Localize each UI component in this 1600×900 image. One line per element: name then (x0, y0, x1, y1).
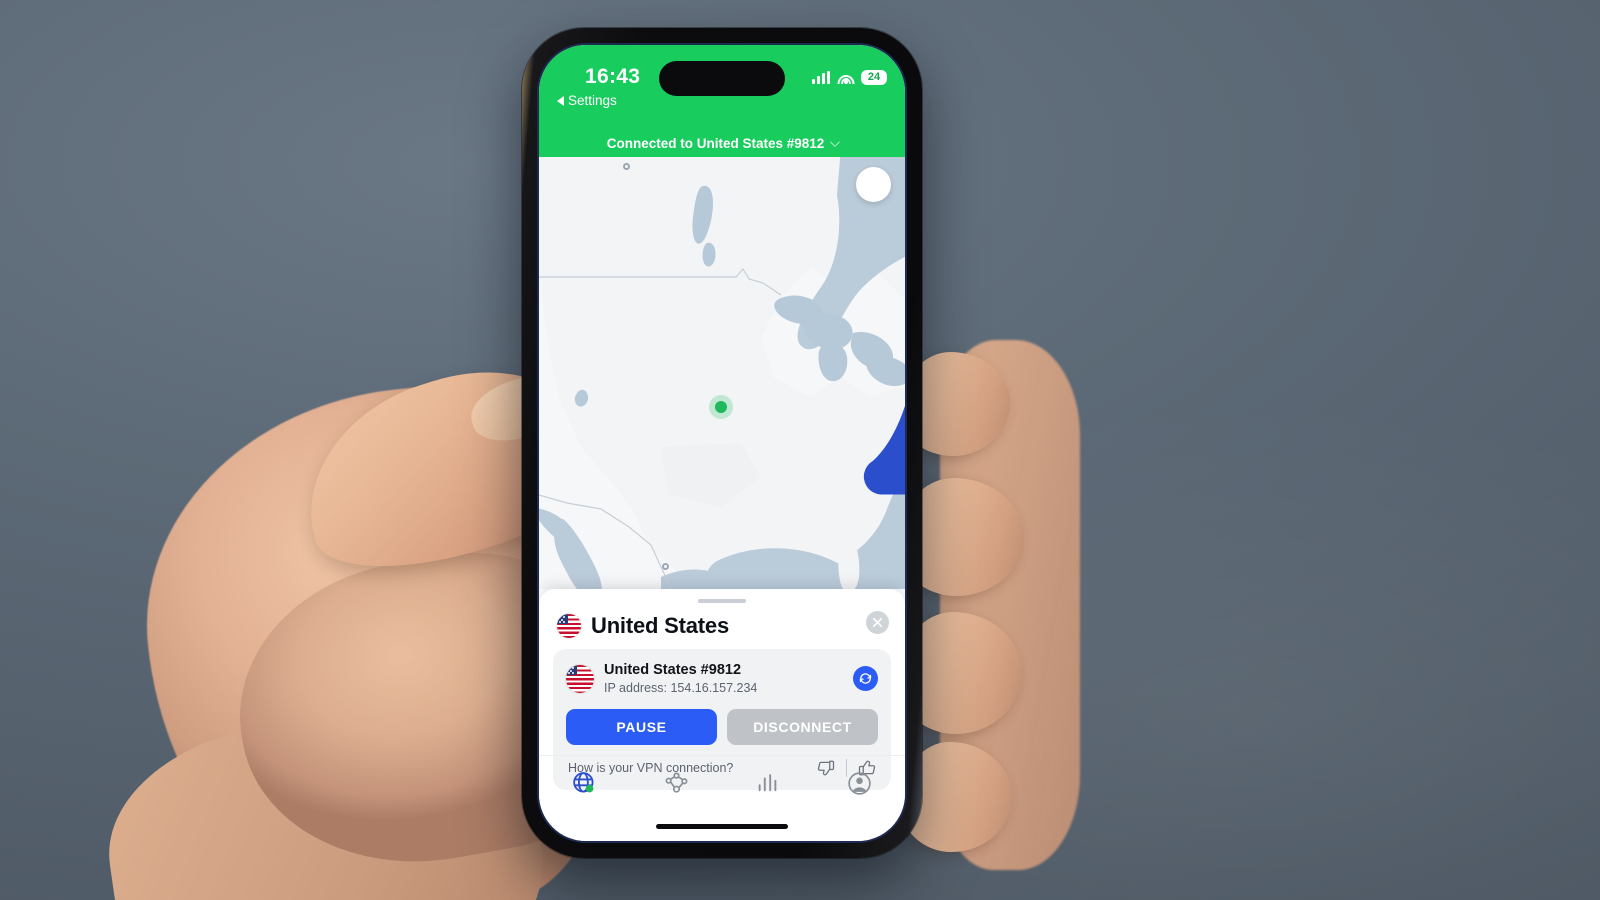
server-name: United States #9812 (604, 662, 742, 678)
status-indicators: 24 (812, 70, 887, 85)
page-title: United States (591, 613, 729, 638)
bar-chart-icon (758, 774, 777, 792)
sheet-header: United States (553, 611, 891, 649)
bell-icon[interactable] (856, 167, 905, 495)
sidebar-item-meshnet[interactable] (631, 756, 723, 811)
server-location-pin[interactable] (709, 395, 733, 419)
account-circle-icon (848, 772, 871, 795)
map-view[interactable] (539, 157, 905, 589)
dynamic-island (659, 61, 785, 96)
disconnect-button[interactable]: DISCONNECT (727, 709, 878, 746)
meshnet-icon (665, 772, 688, 793)
server-text: United States #9812 IP address: 154.16.1… (604, 661, 843, 696)
drag-handle[interactable] (698, 599, 746, 603)
chevron-down-icon (830, 136, 841, 147)
connection-sheet: United States United States #9812 IP add… (539, 589, 905, 841)
action-buttons: PAUSE DISCONNECT (566, 709, 878, 746)
sidebar-item-stats[interactable] (722, 756, 814, 811)
back-to-settings-link[interactable]: Settings (557, 93, 617, 108)
wifi-icon (837, 71, 854, 84)
sidebar-item-profile[interactable] (814, 756, 906, 811)
globe-connected-icon (573, 772, 594, 793)
back-label: Settings (568, 93, 617, 108)
connection-banner[interactable]: Connected to United States #9812 (539, 129, 905, 157)
city-dot-south (662, 563, 669, 570)
status-bar: 16:43 Settings 24 Connected to United St… (539, 45, 905, 157)
status-time: 16:43 (585, 65, 641, 88)
battery-icon: 24 (861, 70, 887, 85)
phone-screen: 16:43 Settings 24 Connected to United St… (539, 45, 905, 841)
tab-bar (539, 755, 905, 811)
back-arrow-icon (557, 95, 564, 106)
city-dot-north (623, 163, 630, 170)
home-indicator (656, 824, 788, 829)
connection-banner-text: Connected to United States #9812 (606, 135, 825, 151)
cellular-signal-icon (812, 71, 830, 84)
pause-button[interactable]: PAUSE (566, 709, 717, 746)
us-flag-icon (566, 664, 594, 693)
us-flag-icon (557, 614, 581, 638)
refresh-server-icon[interactable] (853, 666, 878, 692)
server-ip: IP address: 154.16.157.234 (604, 681, 758, 696)
smartphone-frame: 16:43 Settings 24 Connected to United St… (522, 28, 922, 858)
close-icon[interactable] (866, 611, 889, 634)
server-row: United States #9812 IP address: 154.16.1… (566, 661, 878, 696)
sidebar-item-vpn[interactable] (539, 756, 631, 811)
